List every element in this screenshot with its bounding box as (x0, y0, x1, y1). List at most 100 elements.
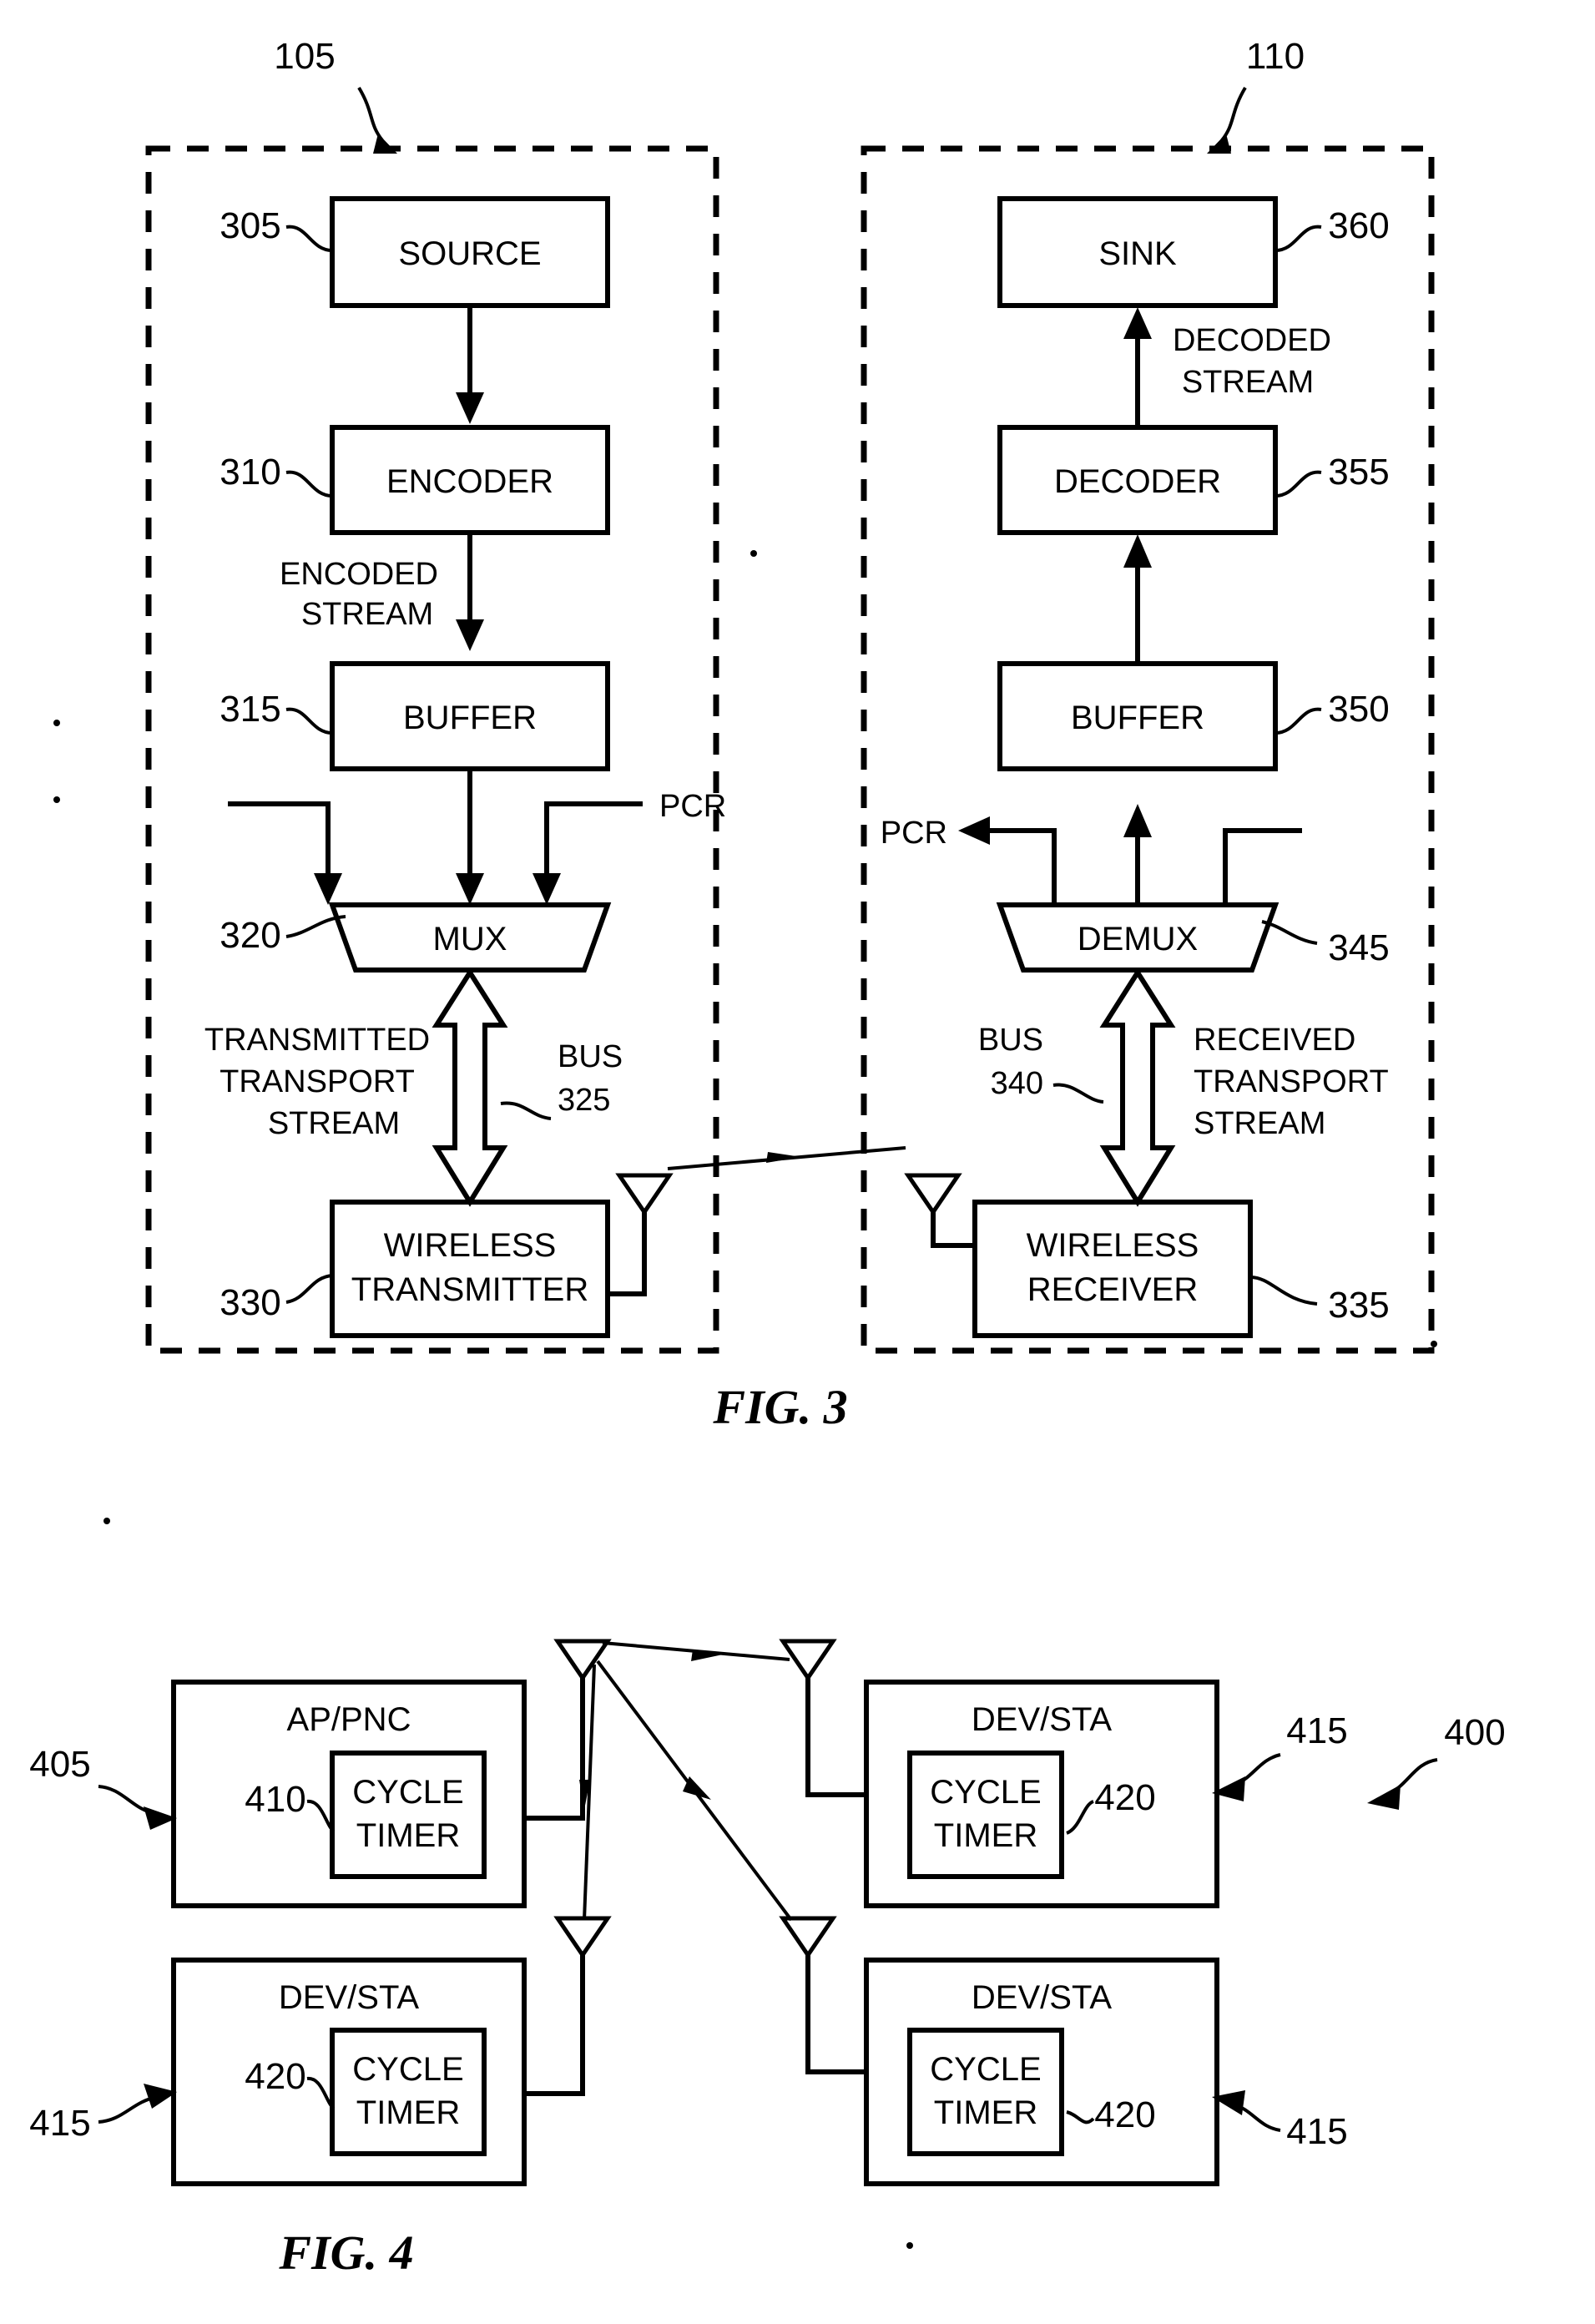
lead-335 (1249, 1276, 1318, 1306)
ref-415-bottom-left: 415 (29, 2103, 90, 2144)
ref-415-bottom-right: 415 (1286, 2111, 1347, 2152)
figure-canvas: 105 SOURCE 305 ENCODER 310 ENCODED STREA… (29, 36, 1505, 2280)
lead-400-arrowhead (1367, 1785, 1401, 1810)
block-sink-label: SINK (1098, 235, 1177, 272)
label-encoded-stream-line2: STREAM (301, 597, 433, 632)
mux-pcr-input-line (544, 801, 643, 881)
lead-345 (1261, 920, 1318, 945)
antenna-dev-tr-icon (779, 1639, 837, 1682)
speck-left-margin (53, 720, 60, 726)
lead-310 (285, 470, 333, 498)
ref-400: 400 (1444, 1712, 1505, 1753)
bus-arrow-325 (432, 967, 508, 1207)
lead-350 (1274, 707, 1322, 735)
block-buffer-label: BUFFER (403, 700, 537, 736)
block-wireless-receiver-line2: RECEIVER (1027, 1271, 1199, 1308)
label-received-line3: STREAM (1194, 1106, 1325, 1141)
node-dev-sta-bottom-right-title: DEV/STA (972, 1979, 1113, 2016)
arrowhead-mux-left-input (314, 873, 342, 905)
patent-drawing-sheet: 105 SOURCE 305 ENCODER 310 ENCODED STREA… (0, 0, 1595, 2324)
mux-left-input-line (228, 801, 331, 881)
cycle-timer-410 (330, 1751, 487, 1879)
antenna-rx-feedline (931, 1212, 975, 1248)
lead-415-bottom-left (98, 2095, 158, 2124)
demux-right-output-line (1223, 828, 1302, 905)
label-pcr-rx: PCR (881, 816, 947, 851)
cycle-timer-420-bottom-right (907, 2028, 1064, 2156)
node-dev-sta-bottom-left-title: DEV/STA (279, 1979, 420, 2016)
figure-4-caption: FIG. 4 (278, 2225, 413, 2280)
cycle-timer-420-bottom-left-line2: TIMER (356, 2094, 460, 2131)
ref-350: 350 (1328, 689, 1389, 730)
cycle-timer-420-bottom-right-line1: CYCLE (930, 2051, 1041, 2088)
lead-bus-325 (500, 1101, 552, 1120)
ref-305: 305 (220, 205, 280, 246)
rf-link-marker (766, 1152, 801, 1163)
arrowhead-buffer-to-decoder (1123, 534, 1152, 568)
lead-420-bottom-right (1066, 2110, 1095, 2124)
lead-315 (285, 707, 333, 735)
lead-305 (285, 225, 333, 252)
arrowhead-source-to-encoder (456, 392, 484, 424)
ref-420-bottom-left: 420 (245, 2056, 305, 2097)
block-demux-label: DEMUX (1078, 921, 1198, 957)
label-decoded-stream-line2: STREAM (1182, 365, 1314, 400)
cycle-timer-420-bottom-left (330, 2028, 487, 2156)
arrowhead-buffer-to-mux (456, 873, 484, 905)
block-wireless-transmitter-330 (330, 1200, 610, 1338)
label-bus-tx-ref: 325 (558, 1083, 610, 1118)
block-wireless-transmitter-line1: WIRELESS (384, 1227, 557, 1264)
figure-3-caption: FIG. 3 (712, 1380, 847, 1434)
block-mux-label: MUX (433, 921, 507, 957)
label-received-line1: RECEIVED (1194, 1023, 1355, 1058)
block-source-label: SOURCE (398, 235, 541, 272)
ref-420-bottom-right: 420 (1094, 2094, 1155, 2135)
label-received-line2: TRANSPORT (1194, 1064, 1389, 1099)
block-buffer-rx-label: BUFFER (1071, 700, 1204, 736)
bus-arrow-340 (1099, 967, 1176, 1207)
cycle-timer-410-line2: TIMER (356, 1817, 460, 1854)
demux-pcr-output-line (983, 828, 1057, 905)
ref-320: 320 (220, 915, 280, 956)
block-wireless-transmitter-line2: TRANSMITTER (351, 1271, 588, 1308)
block-encoder-label: ENCODER (386, 463, 553, 500)
ref-345: 345 (1328, 927, 1389, 968)
ref-405: 405 (29, 1744, 90, 1785)
block-decoder-label: DECODER (1054, 463, 1221, 500)
antenna-dev-br-icon (779, 1916, 837, 1959)
label-transmitted-line2: TRANSPORT (220, 1064, 415, 1099)
antenna-dev-bl-feedline (524, 1955, 585, 2096)
label-encoded-stream-line1: ENCODED (280, 557, 438, 592)
ref-335: 335 (1328, 1285, 1389, 1326)
cycle-timer-420-top-right-line2: TIMER (934, 1817, 1037, 1854)
label-transmitted-line1: TRANSMITTED (204, 1023, 430, 1058)
lead-355 (1274, 470, 1322, 498)
label-bus-rx-word: BUS (978, 1023, 1043, 1058)
speck-right-margin (1431, 1341, 1437, 1347)
transmitter-enclosure-105 (145, 145, 719, 1354)
ref-355: 355 (1328, 452, 1389, 493)
cycle-timer-420-top-right (907, 1751, 1064, 1879)
cycle-timer-410-line1: CYCLE (352, 1774, 463, 1811)
node-dev-sta-top-right-title: DEV/STA (972, 1701, 1113, 1738)
antenna-dev-tr-feedline (805, 1678, 866, 1797)
block-wireless-receiver-335 (972, 1200, 1253, 1338)
lead-bus-340 (1052, 1083, 1104, 1104)
ref-310: 310 (220, 452, 280, 493)
label-bus-tx-word: BUS (558, 1039, 623, 1074)
arrowhead-mux-pcr-input (533, 873, 561, 905)
antenna-tx-icon (615, 1173, 674, 1216)
antenna-dev-bl-icon (553, 1916, 612, 1959)
ref-410: 410 (245, 1779, 305, 1820)
lead-105 (357, 86, 384, 142)
speck-center (750, 550, 757, 557)
arrowhead-demux-pcr-output (958, 816, 990, 845)
speck-mid (103, 1518, 110, 1524)
label-transmitted-line3: STREAM (268, 1106, 400, 1141)
antenna-dev-br-feedline (805, 1955, 866, 2074)
block-wireless-receiver-line1: WIRELESS (1027, 1227, 1199, 1264)
label-pcr-tx: PCR (659, 789, 726, 824)
antenna-ap-feedline (524, 1678, 585, 1821)
arrowhead-decoder-to-sink (1123, 307, 1152, 339)
antenna-tx-feedline (608, 1212, 647, 1296)
